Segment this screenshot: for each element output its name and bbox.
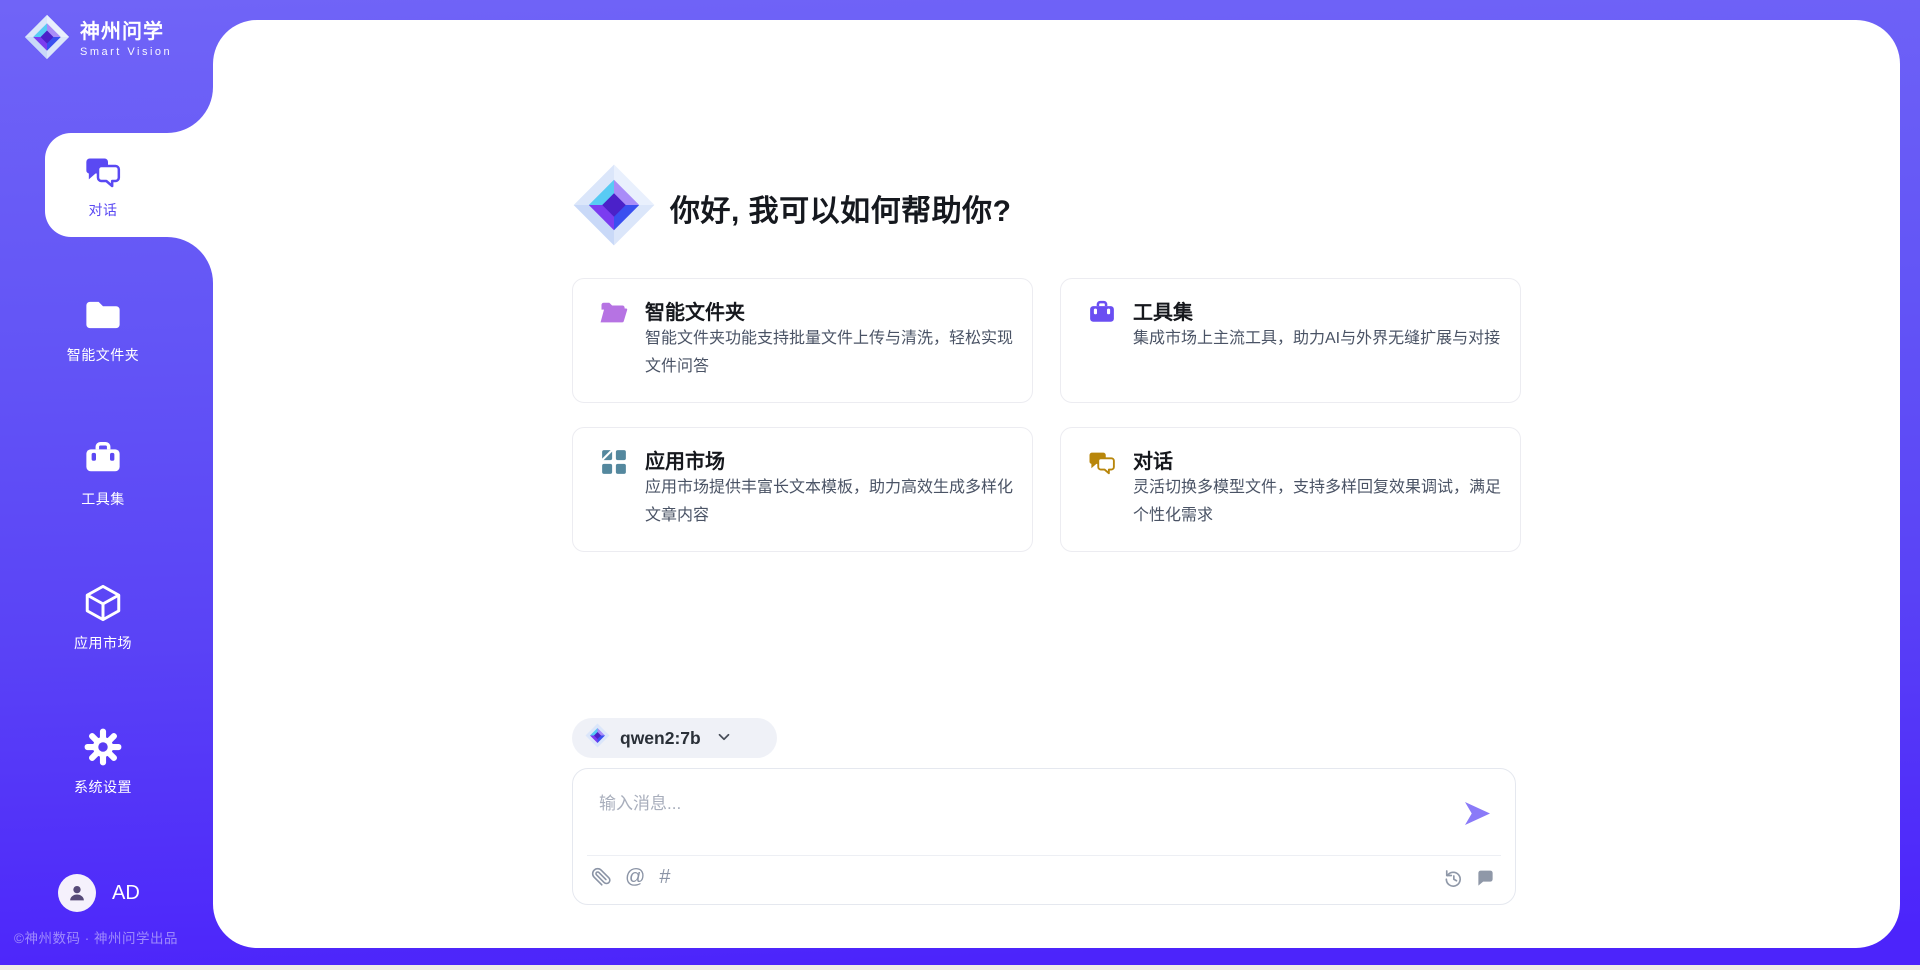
sidebar-item-label: 系统设置 bbox=[74, 777, 132, 797]
person-icon bbox=[66, 882, 88, 904]
send-button[interactable] bbox=[1464, 801, 1491, 826]
message-composer: @ # bbox=[572, 768, 1516, 905]
card-smart-folder[interactable]: 智能文件夹 智能文件夹功能支持批量文件上传与清洗，轻松实现文件问答 bbox=[572, 278, 1033, 403]
card-description: 应用市场提供丰富长文本模板，助力高效生成多样化文章内容 bbox=[645, 474, 1017, 530]
send-icon bbox=[1464, 801, 1491, 826]
greeting-row: 你好, 我可以如何帮助你? bbox=[572, 163, 1012, 252]
open-folder-icon bbox=[599, 298, 629, 333]
briefcase-icon bbox=[1087, 298, 1117, 333]
sidebar-item-label: 应用市场 bbox=[74, 633, 132, 653]
apps-grid-icon bbox=[599, 447, 629, 482]
card-description: 智能文件夹功能支持批量文件上传与清洗，轻松实现文件问答 bbox=[645, 325, 1017, 381]
card-title: 应用市场 bbox=[645, 445, 725, 474]
user-profile[interactable]: AD bbox=[58, 874, 140, 912]
chat-icon bbox=[1087, 447, 1117, 482]
card-toolset[interactable]: 工具集 集成市场上主流工具，助力AI与外界无缝扩展与对接 bbox=[1060, 278, 1521, 403]
card-description: 灵活切换多模型文件，支持多样回复效果调试，满足个性化需求 bbox=[1133, 474, 1505, 530]
sidebar-item-label: 工具集 bbox=[81, 489, 125, 509]
card-chat[interactable]: 对话 灵活切换多模型文件，支持多样回复效果调试，满足个性化需求 bbox=[1060, 427, 1521, 552]
brand-diamond-icon bbox=[24, 14, 70, 65]
history-icon[interactable] bbox=[1443, 868, 1463, 888]
feedback-icon[interactable] bbox=[1476, 869, 1495, 888]
footer-copyright: ©神州数码 · 神州问学出品 bbox=[14, 927, 178, 947]
user-name: AD bbox=[112, 882, 140, 905]
attachment-icon[interactable] bbox=[591, 867, 611, 887]
app-root: 神州问学 Smart Vision 对话 智能文件夹 bbox=[0, 0, 1920, 970]
assistant-diamond-icon bbox=[572, 163, 656, 252]
model-selector[interactable]: qwen2:7b bbox=[572, 718, 777, 758]
composer-divider bbox=[587, 855, 1501, 856]
model-diamond-icon bbox=[585, 723, 610, 753]
avatar bbox=[58, 874, 96, 912]
gear-icon bbox=[82, 726, 124, 768]
card-title: 智能文件夹 bbox=[645, 296, 745, 325]
sidebar-item-settings[interactable]: 系统设置 bbox=[3, 709, 203, 813]
sidebar-item-chat[interactable]: 对话 bbox=[3, 133, 203, 237]
folder-icon bbox=[81, 294, 125, 336]
brand-name: 神州问学 bbox=[80, 21, 172, 43]
message-input[interactable] bbox=[597, 787, 1461, 849]
sidebar-item-label: 对话 bbox=[89, 200, 118, 220]
greeting-title: 你好, 我可以如何帮助你? bbox=[670, 186, 1012, 230]
card-app-market[interactable]: 应用市场 应用市场提供丰富长文本模板，助力高效生成多样化文章内容 bbox=[572, 427, 1033, 552]
desktop-edge-strip bbox=[0, 965, 1920, 970]
sidebar-item-label: 智能文件夹 bbox=[67, 345, 140, 365]
mention-icon[interactable]: @ bbox=[625, 867, 645, 887]
card-title: 对话 bbox=[1133, 445, 1173, 474]
chevron-down-icon bbox=[715, 728, 733, 751]
card-description: 集成市场上主流工具，助力AI与外界无缝扩展与对接 bbox=[1133, 325, 1505, 353]
brand-subtitle: Smart Vision bbox=[80, 46, 172, 58]
hash-icon[interactable]: # bbox=[659, 867, 670, 887]
toolbox-icon bbox=[82, 438, 124, 480]
tab-curve-top bbox=[165, 85, 213, 133]
cube-icon bbox=[82, 582, 124, 624]
card-title: 工具集 bbox=[1133, 296, 1193, 325]
chat-icon bbox=[83, 151, 123, 191]
sidebar-item-toolset[interactable]: 工具集 bbox=[3, 421, 203, 525]
sidebar-item-smart-folder[interactable]: 智能文件夹 bbox=[3, 277, 203, 381]
brand-logo-row: 神州问学 Smart Vision bbox=[24, 14, 172, 65]
sidebar-item-app-market[interactable]: 应用市场 bbox=[3, 565, 203, 669]
feature-cards: 智能文件夹 智能文件夹功能支持批量文件上传与清洗，轻松实现文件问答 工具集 集成… bbox=[572, 278, 1521, 552]
main-panel: 你好, 我可以如何帮助你? 智能文件夹 智能文件夹功能支持批量文件上传与清洗，轻… bbox=[213, 20, 1900, 948]
model-name: qwen2:7b bbox=[620, 728, 701, 749]
